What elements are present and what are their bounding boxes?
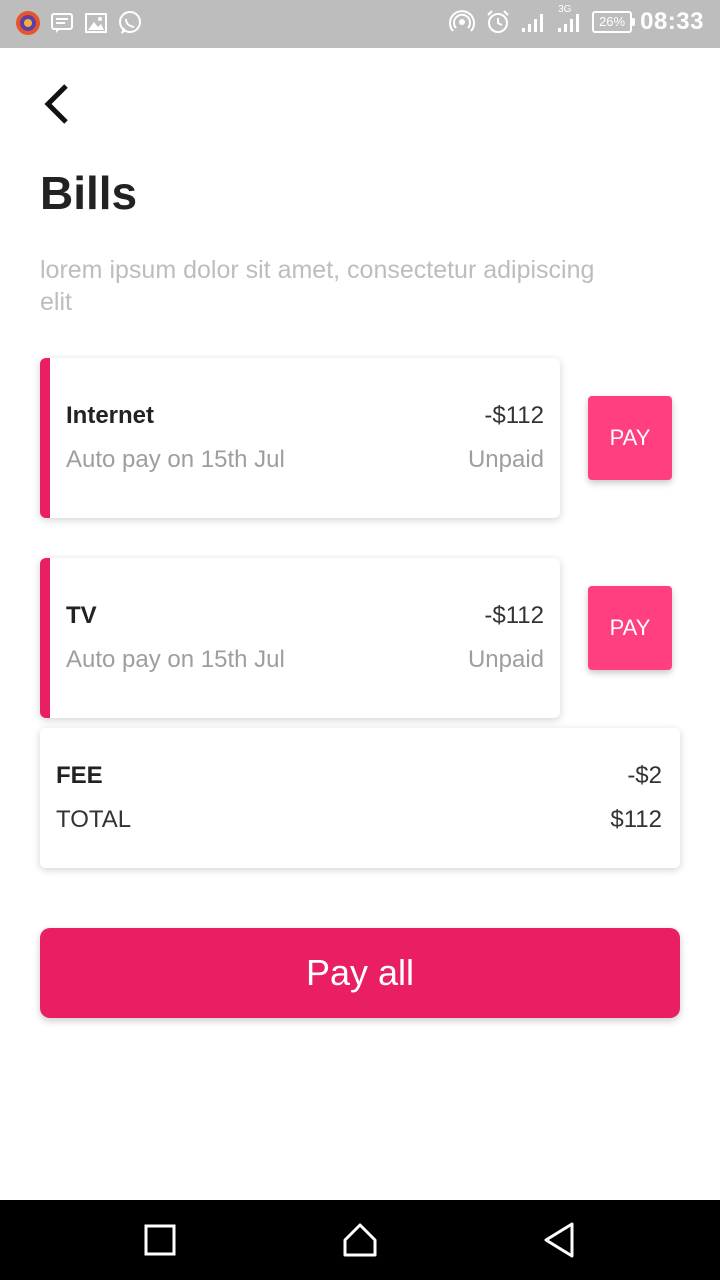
- system-status: 3G 26% 08:33: [448, 4, 704, 36]
- clock: 08:33: [640, 8, 704, 35]
- image-icon: [82, 9, 110, 37]
- whatsapp-icon: [116, 9, 144, 37]
- page-subtitle: lorem ipsum dolor sit amet, consectetur …: [40, 256, 595, 316]
- home-icon: [338, 1223, 382, 1266]
- arrow-left-icon: [36, 84, 80, 132]
- bill-amount: -$112: [484, 402, 544, 429]
- total-value: $112: [610, 806, 662, 833]
- fee-label: FEE: [56, 762, 103, 789]
- bill-card-tv: TV -$112 Auto pay on 15th Jul Unpaid: [40, 558, 560, 718]
- recent-apps-button[interactable]: [138, 1218, 182, 1262]
- page-title: Bills: [40, 167, 138, 219]
- fee-value: -$2: [627, 762, 662, 789]
- signal-icon: [520, 8, 548, 36]
- bill-amount: -$112: [484, 602, 544, 629]
- message-icon: [48, 9, 76, 37]
- notification-icons: [14, 9, 144, 37]
- bill-autopay-date: Auto pay on 15th Jul: [66, 446, 285, 473]
- bill-name: TV: [66, 602, 97, 629]
- back-nav-button[interactable]: [538, 1218, 582, 1262]
- bill-status: Unpaid: [467, 646, 544, 673]
- battery-indicator: 26%: [592, 11, 636, 33]
- bill-status: Unpaid: [467, 446, 544, 473]
- square-icon: [138, 1224, 182, 1266]
- alarm-icon: [484, 8, 512, 36]
- hotspot-icon: [448, 8, 476, 36]
- pay-internet-button[interactable]: PAY: [588, 396, 672, 480]
- pay-all-button[interactable]: Pay all: [40, 928, 680, 1018]
- total-label: TOTAL: [56, 806, 132, 833]
- navigation-bar: [0, 1200, 720, 1280]
- bill-accent-bar: [40, 558, 50, 718]
- summary-card: FEE -$2 TOTAL $112: [40, 728, 680, 868]
- bill-autopay-date: Auto pay on 15th Jul: [66, 646, 285, 673]
- bill-accent-bar: [40, 358, 50, 518]
- triangle-back-icon: [538, 1222, 582, 1266]
- signal-3g-icon: 3G: [556, 4, 584, 36]
- status-bar: 3G 26% 08:33: [0, 0, 720, 48]
- home-button[interactable]: [338, 1218, 382, 1262]
- network-type-label: 3G: [558, 4, 572, 15]
- bill-card-internet: Internet -$112 Auto pay on 15th Jul Unpa…: [40, 358, 560, 518]
- back-button[interactable]: [36, 80, 80, 128]
- pay-tv-button[interactable]: PAY: [588, 586, 672, 670]
- bill-name: Internet: [66, 402, 155, 429]
- browser-app-icon: [14, 9, 42, 37]
